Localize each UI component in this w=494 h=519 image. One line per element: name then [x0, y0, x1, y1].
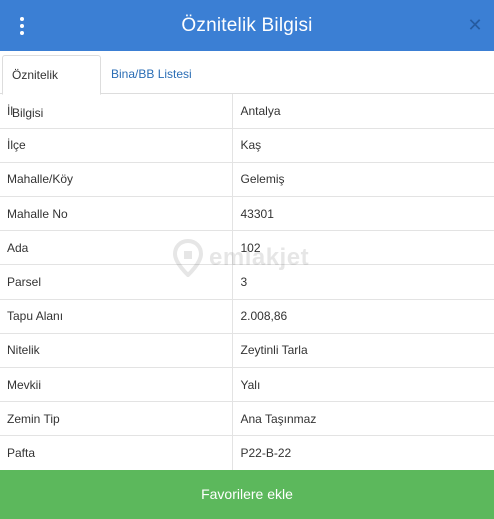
tab-oznitelik-bilgisi[interactable]: Öznitelik Bilgisi: [2, 55, 101, 120]
table-row: Parsel 3: [0, 264, 494, 300]
close-icon[interactable]: ✕: [466, 16, 484, 34]
attribute-key: Nitelik: [0, 333, 233, 369]
attribute-value: 102: [232, 230, 494, 266]
attribute-value: Kaş: [232, 128, 494, 163]
table-row: Nitelik Zeytinli Tarla: [0, 333, 494, 369]
tab-bar: Öznitelik Bilgisi Bina/BB Listesi: [0, 51, 494, 120]
table-row: Ada 102: [0, 230, 494, 266]
attribute-value: Gelemiş: [232, 162, 494, 198]
table-row: Zemin Tip Ana Taşınmaz: [0, 401, 494, 437]
dialog-header: Öznitelik Bilgisi ✕: [0, 0, 494, 51]
attribute-value: P22-B-22: [232, 435, 494, 471]
dialog-title: Öznitelik Bilgisi: [181, 14, 313, 36]
attribute-value: Antalya: [232, 94, 494, 129]
attribute-value: Yalı: [232, 367, 494, 403]
attribute-value: 43301: [232, 196, 494, 232]
table-row: İlçe Kaş: [0, 128, 494, 163]
attribute-value: Zeytinli Tarla: [232, 333, 494, 369]
attribute-key: Parsel: [0, 264, 233, 300]
attribute-value: 3: [232, 264, 494, 300]
attribute-table: İl Antalya İlçe Kaş Mahalle/Köy Gelemiş …: [0, 94, 494, 471]
attribute-key: Mevkii: [0, 367, 233, 403]
attribute-key: Mahalle No: [0, 196, 233, 232]
add-to-favorites-button[interactable]: Favorilere ekle: [0, 470, 494, 519]
table-row: Mevkii Yalı: [0, 367, 494, 403]
attribute-value: Ana Taşınmaz: [232, 401, 494, 437]
attribute-key: İlçe: [0, 128, 233, 163]
attribute-key: Zemin Tip: [0, 401, 233, 437]
attribute-key: Mahalle/Köy: [0, 162, 233, 198]
table-row: Mahalle/Köy Gelemiş: [0, 162, 494, 198]
table-row: Mahalle No 43301: [0, 196, 494, 232]
table-row: İl Antalya: [0, 94, 494, 129]
attribute-key: Tapu Alanı: [0, 299, 233, 334]
attribute-key: İl: [0, 94, 233, 129]
table-row: Pafta P22-B-22: [0, 435, 494, 471]
attribute-key: Pafta: [0, 435, 233, 471]
table-row: Tapu Alanı 2.008,86: [0, 299, 494, 334]
menu-dots-icon[interactable]: [12, 14, 32, 38]
attribute-value: 2.008,86: [232, 299, 494, 334]
tab-bina-bb-listesi[interactable]: Bina/BB Listesi: [102, 55, 201, 95]
attribute-key: Ada: [0, 230, 233, 266]
